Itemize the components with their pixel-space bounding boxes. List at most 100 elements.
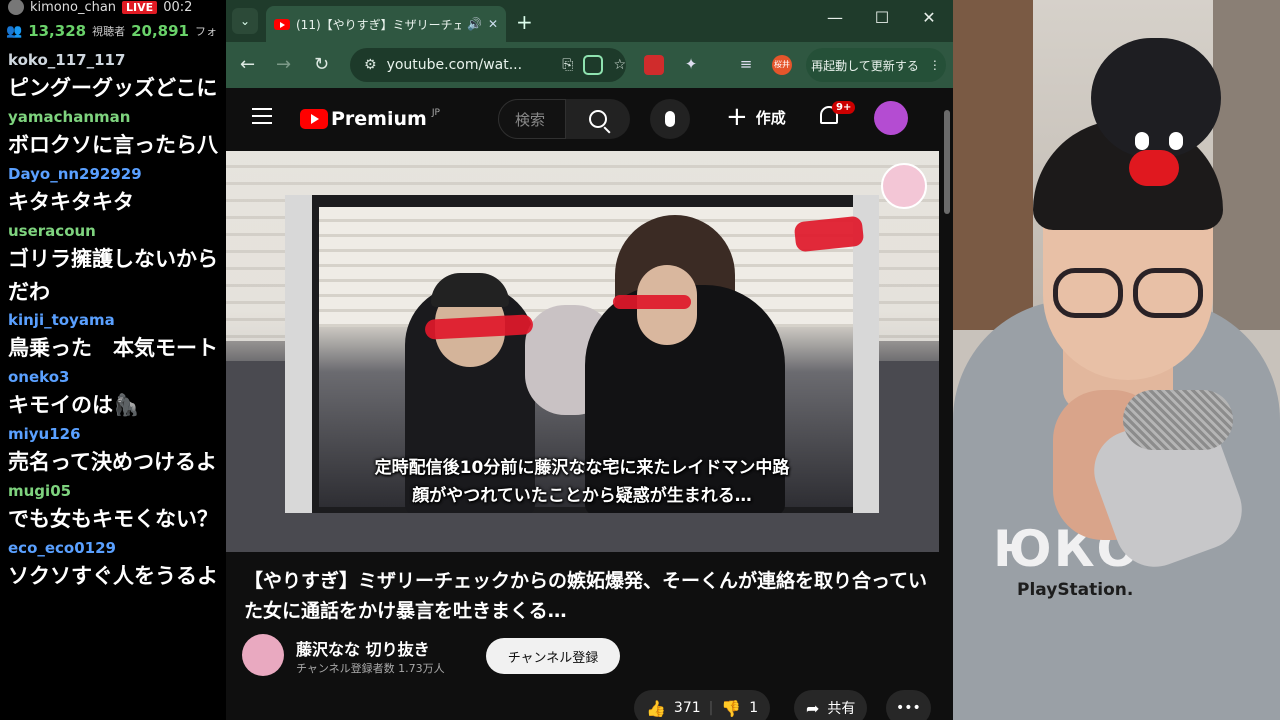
follower-label: フォ [194, 25, 217, 38]
tab-search-button[interactable]: ⌄ [232, 8, 258, 34]
chat-text: ゴリラ擁護しないから [8, 247, 218, 271]
more-actions-button[interactable]: ••• [886, 690, 931, 720]
extensions-puzzle-icon[interactable]: ✦ [681, 55, 701, 75]
chevron-down-icon: ⌄ [239, 14, 251, 28]
wooden-door [953, 0, 1033, 330]
subscribe-button[interactable]: チャンネル登録 [486, 638, 620, 674]
reload-button[interactable]: ↻ [314, 54, 329, 75]
chat-username[interactable]: Dayo_nn292929 [8, 162, 226, 186]
new-tab-button[interactable]: + [516, 10, 533, 34]
account-avatar[interactable] [874, 101, 908, 135]
channel-avatar[interactable] [242, 634, 284, 676]
chat-text: 売名って決めつけるよ [8, 450, 217, 474]
video-title: 【やりすぎ】ミザリーチェックからの嫉妬爆発、そーくんが連絡を取り合っていた女に通… [244, 570, 928, 622]
chat-username[interactable]: eco_eco0129 [8, 536, 226, 560]
pingu-eye-left [1135, 132, 1149, 150]
chat-username[interactable]: oneko3 [8, 365, 226, 389]
playstation-logo: PlayStation. [1017, 580, 1134, 600]
chat-message: eco_eco0129 ソクソすぐ人をうるよ [0, 536, 226, 593]
channel-name: kimono_chan [30, 0, 117, 15]
viewer-count: 13,328 [28, 22, 87, 40]
maximize-button[interactable]: ☐ [867, 8, 897, 27]
notification-badge: 9+ [832, 101, 856, 114]
chat-username[interactable]: useracoun [8, 219, 226, 243]
create-button[interactable]: + 作成 [726, 102, 786, 132]
subscriber-count: チャンネル登録者数 1.73万人 [296, 662, 445, 675]
youtube-favicon-icon [274, 18, 290, 30]
chat-message: koko_117_117 ピングーグッズどこに [0, 48, 226, 105]
restart-update-button[interactable]: 再起動して更新する ⋮ [806, 48, 946, 82]
create-label: 作成 [755, 108, 786, 127]
speaker-icon[interactable]: 🔊 [467, 17, 482, 31]
microphone-icon [665, 111, 675, 127]
dislike-count: 1 [749, 700, 759, 716]
close-window-button[interactable]: ✕ [914, 8, 944, 27]
more-icon: ••• [896, 700, 921, 716]
close-tab-icon[interactable]: ✕ [488, 17, 498, 31]
chat-text: ボロクソに言ったら八 [8, 133, 218, 157]
profile-avatar-icon[interactable]: 桜井 [772, 55, 792, 75]
microphone-grille [1123, 390, 1233, 450]
browser-window: ⌄ (11)【やりすぎ】ミザリーチェック 🔊 ✕ + — ☐ ✕ ← → ↻ ⚙… [226, 0, 953, 720]
youtube-play-icon [300, 109, 328, 129]
restart-label: 再起動して更新する [811, 58, 919, 73]
caption-line-1: 定時配信後10分前に藤沢なな宅に来たレイドマン中路 [374, 458, 790, 478]
install-app-icon[interactable]: ⎘ [562, 57, 573, 73]
chat-username[interactable]: miyu126 [8, 422, 226, 446]
search-button[interactable] [566, 99, 630, 139]
minimize-button[interactable]: — [820, 8, 850, 27]
like-count: 371 [673, 700, 701, 716]
chat-message: useracoun ゴリラ擁護しないから だわ [0, 219, 226, 308]
hamburger-menu-icon[interactable] [252, 108, 272, 124]
address-bar[interactable]: ⚙ youtube.com/wat... ⎘ ☆ [350, 48, 626, 82]
chat-username[interactable]: koko_117_117 [8, 48, 226, 72]
tab-youtube[interactable]: (11)【やりすぎ】ミザリーチェック 🔊 ✕ [266, 6, 506, 42]
glasses-left-lens [1053, 268, 1123, 318]
thumbs-up-icon: 👍 [646, 698, 666, 718]
pingu-beak [1129, 150, 1179, 186]
search-icon [589, 110, 607, 128]
voice-search-button[interactable] [650, 99, 690, 139]
back-button[interactable]: ← [240, 54, 255, 75]
follower-count: 20,891 [131, 22, 189, 40]
bookmark-star-icon[interactable]: ☆ [613, 57, 626, 73]
forward-button[interactable]: → [276, 54, 291, 75]
viewers-icon: 👥 [6, 23, 23, 39]
viewer-label: 視聴者 [92, 25, 126, 38]
video-inner-frame: 定時配信後10分前に藤沢なな宅に来たレイドマン中路 顔がやつれていたことから疑惑… [285, 195, 879, 513]
like-button[interactable]: 👍 371 | 👎 1 [634, 690, 771, 720]
page-scrollbar[interactable] [941, 88, 953, 720]
channel-name-link[interactable]: 藤沢なな 切り抜き [296, 636, 430, 660]
chat-message: oneko3 キモイのは🦍 [0, 365, 226, 422]
thumbs-down-icon[interactable]: 👎 [721, 699, 741, 718]
chat-text-continued: だわ [8, 280, 50, 304]
channel-watermark[interactable] [881, 163, 927, 209]
chat-username[interactable]: kinji_toyama [8, 308, 226, 332]
stream-chat-panel: kimono_chan LIVE 00:2 👥 13,328 視聴者 20,89… [0, 0, 226, 720]
video-player[interactable]: 定時配信後10分前に藤沢なな宅に来たレイドマン中路 顔がやつれていたことから疑惑… [226, 151, 939, 552]
chat-text: ピングーグッズどこに [8, 76, 218, 100]
chat-username[interactable]: yamachanman [8, 105, 226, 129]
media-control-icon[interactable]: ≡ [736, 55, 756, 75]
youtube-premium-logo[interactable]: Premium JP [300, 108, 440, 130]
url-text: youtube.com/wat... [386, 57, 523, 73]
share-button[interactable]: ➦ 共有 [794, 690, 868, 720]
google-lens-icon[interactable] [583, 55, 604, 75]
chat-text: 鳥乗った 本気モート [8, 336, 218, 360]
stream-time: 00:2 [163, 0, 193, 15]
plus-icon: + [726, 102, 748, 132]
chat-message: kinji_toyama 鳥乗った 本気モート [0, 308, 226, 365]
stream-stats: 👥 13,328 視聴者 20,891 フォ [0, 14, 226, 48]
chat-username[interactable]: mugi05 [8, 479, 226, 503]
live-badge: LIVE [122, 0, 158, 14]
share-icon: ➦ [806, 698, 820, 718]
chat-text: でも女もキモくない？ [8, 507, 218, 531]
scrollbar-thumb[interactable] [944, 110, 950, 214]
caption-line-2: 顔がやつれていたことから疑惑が生まれる… [412, 486, 752, 506]
kebab-menu-icon[interactable]: ⋮ [929, 58, 941, 72]
pingu-eye-right [1169, 132, 1183, 150]
extension-heart-icon[interactable] [644, 55, 664, 75]
search-input[interactable]: 検索 [498, 99, 566, 139]
site-info-icon[interactable]: ⚙ [364, 57, 377, 73]
chat-message: mugi05 でも女もキモくない？ [0, 479, 226, 536]
